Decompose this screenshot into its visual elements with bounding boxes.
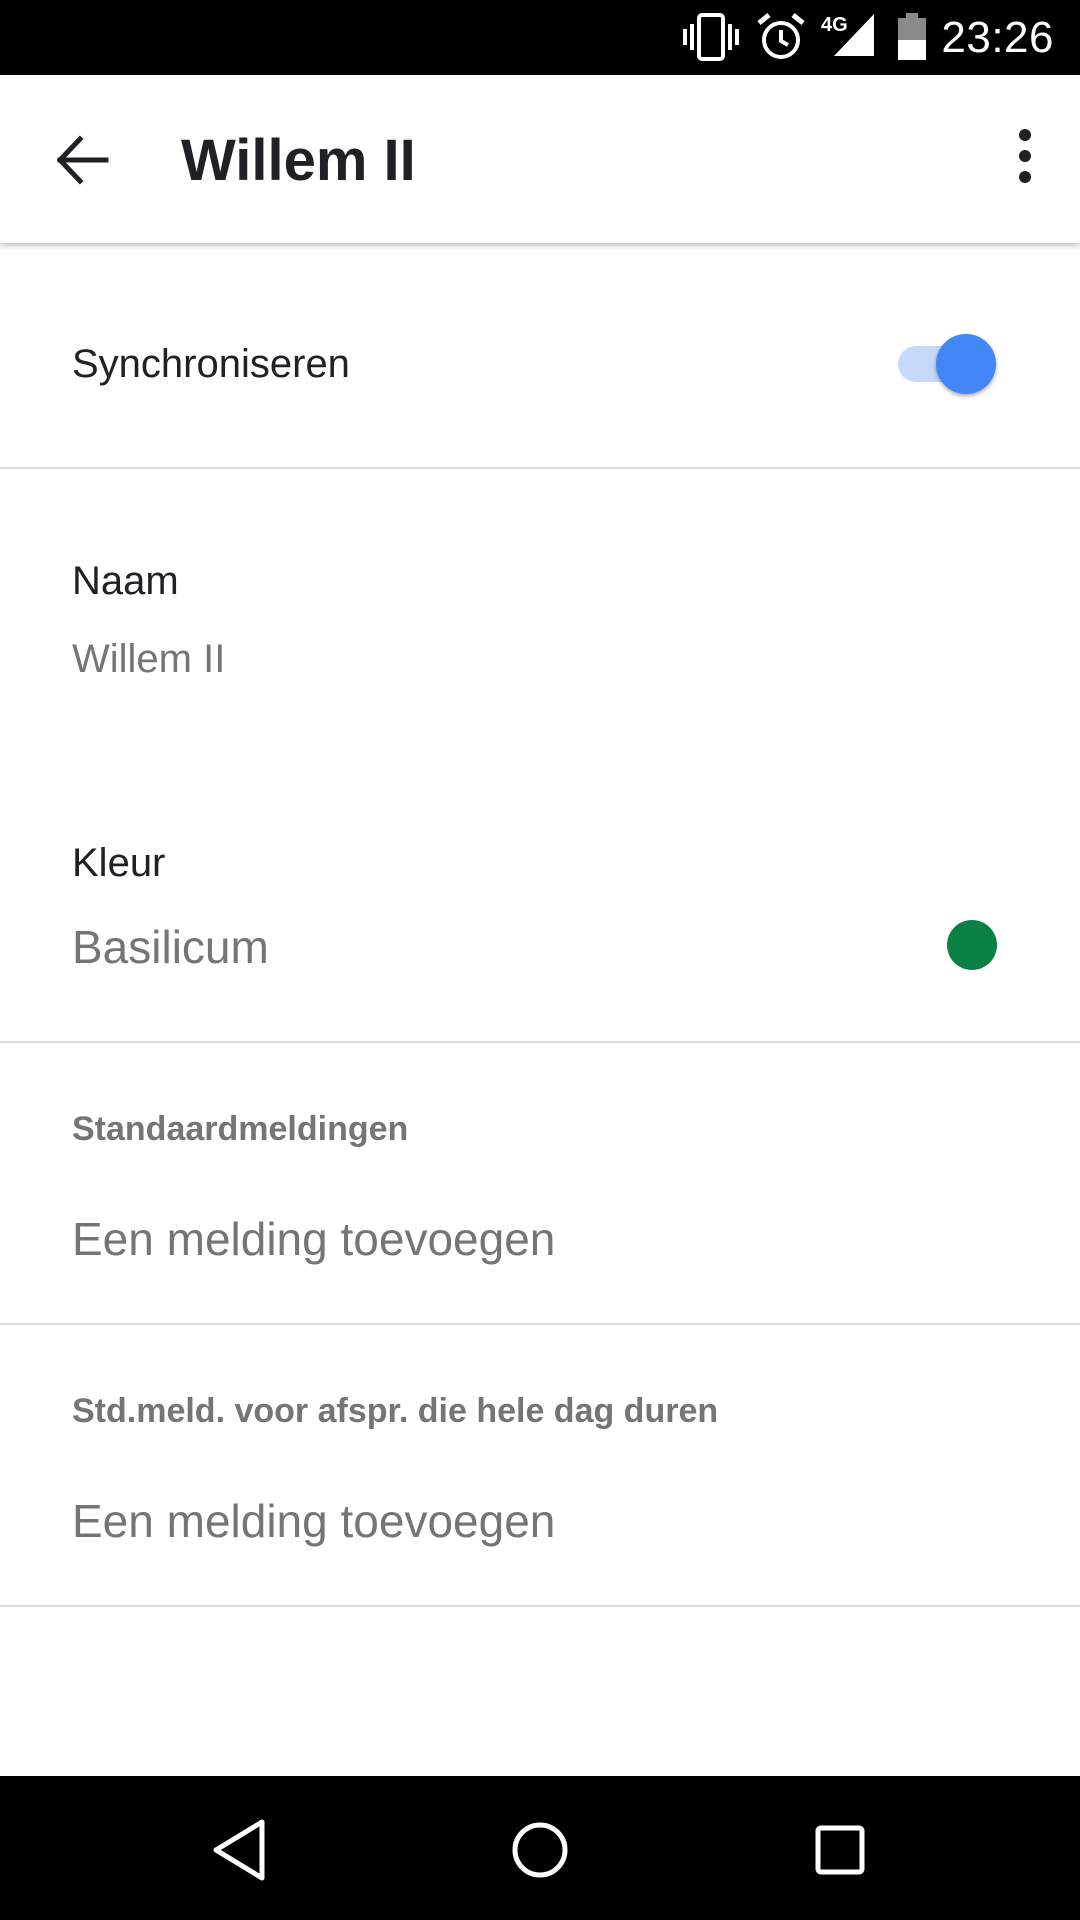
name-value: Willem II xyxy=(72,637,226,681)
color-label: Kleur xyxy=(72,841,166,885)
home-circle-icon xyxy=(512,1822,568,1878)
divider xyxy=(0,1323,1080,1325)
signal-icon xyxy=(834,14,874,56)
battery-icon xyxy=(898,13,926,60)
status-bar: 4G 23:26 xyxy=(0,0,1080,75)
more-vert-icon xyxy=(1019,129,1031,183)
add-all-day-notification-button[interactable]: Een melding toevoegen xyxy=(72,1494,555,1548)
toggle-thumb xyxy=(936,334,996,394)
default-notifications-heading: Standaardmeldingen xyxy=(72,1110,409,1148)
name-label: Naam xyxy=(72,559,179,603)
arrow-back-icon xyxy=(56,135,109,185)
color-swatch xyxy=(947,920,997,970)
divider xyxy=(0,1605,1080,1607)
more-options-button[interactable] xyxy=(990,121,1060,191)
page-title: Willem II xyxy=(181,128,416,193)
system-nav-bar xyxy=(0,1776,1080,1920)
sync-toggle[interactable] xyxy=(896,334,998,394)
nav-home-button[interactable] xyxy=(502,1812,578,1888)
sync-label: Synchroniseren xyxy=(72,342,350,386)
nav-recents-button[interactable] xyxy=(802,1812,878,1888)
nav-back-button[interactable] xyxy=(202,1812,278,1888)
recents-square-icon xyxy=(815,1825,865,1875)
app-bar: Willem II xyxy=(0,75,1080,243)
color-row[interactable] xyxy=(0,790,1080,1040)
alarm-icon xyxy=(757,13,805,59)
back-button[interactable] xyxy=(44,125,124,195)
vibrate-icon xyxy=(683,13,739,61)
divider xyxy=(0,1041,1080,1043)
color-value: Basilicum xyxy=(72,921,269,973)
all-day-notifications-heading: Std.meld. voor afspr. die hele dag duren xyxy=(72,1392,719,1430)
add-notification-button[interactable]: Een melding toevoegen xyxy=(72,1212,555,1266)
status-time: 23:26 xyxy=(941,13,1054,62)
back-triangle-icon xyxy=(213,1819,265,1881)
